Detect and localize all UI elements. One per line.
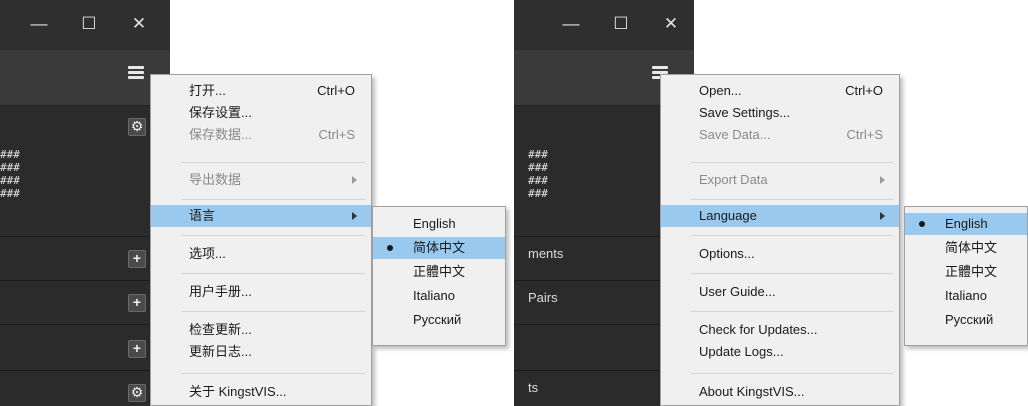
submenu-arrow-icon xyxy=(352,176,357,184)
menu-item-save-settings[interactable]: 保存设置... xyxy=(151,102,371,124)
main-menu: 打开... Ctrl+O 保存设置... 保存数据... Ctrl+S 导出数据 语… xyxy=(150,74,372,406)
toolbar xyxy=(0,50,170,106)
language-option-traditional-chinese[interactable]: 正體中文 xyxy=(373,261,505,283)
language-option-italian[interactable]: Italiano xyxy=(905,285,1027,307)
menu-item-about[interactable]: About KingstVIS... xyxy=(661,381,899,403)
left-screenshot: — ☐ ✕ ⚙ ### ### ### ### + + + ⚙ 打开... Ctr… xyxy=(0,0,514,406)
divider xyxy=(0,370,170,371)
menu-separator xyxy=(181,162,365,163)
main-menu: Open... Ctrl+O Save Settings... Save Data… xyxy=(660,74,900,406)
language-option-traditional-chinese[interactable]: 正體中文 xyxy=(905,261,1027,283)
menu-item-language[interactable]: 语言 xyxy=(151,205,371,227)
menu-item-user-guide[interactable]: 用户手册... xyxy=(151,281,371,303)
menu-separator xyxy=(181,235,365,236)
channel-value: ### xyxy=(0,174,20,187)
menu-separator xyxy=(691,273,893,274)
menu-item-update-logs[interactable]: 更新日志... xyxy=(151,341,371,363)
submenu-arrow-icon xyxy=(880,176,885,184)
language-option-english[interactable]: English xyxy=(373,213,505,235)
channel-value: ### xyxy=(528,174,548,187)
menu-item-options[interactable]: 选项... xyxy=(151,243,371,265)
menu-separator xyxy=(691,311,893,312)
menu-separator xyxy=(181,311,365,312)
menu-item-language[interactable]: Language xyxy=(661,205,899,227)
divider xyxy=(0,236,170,237)
language-option-simplified-chinese[interactable]: 简体中文 xyxy=(905,237,1027,259)
app-window: — ☐ ✕ ⚙ ### ### ### ### + + + ⚙ xyxy=(0,0,170,406)
close-button[interactable]: ✕ xyxy=(654,10,688,38)
menu-item-open[interactable]: 打开... Ctrl+O xyxy=(151,80,371,102)
language-option-russian[interactable]: Русский xyxy=(373,309,505,331)
language-submenu: English 简体中文 正體中文 Italiano Русский xyxy=(372,206,506,346)
menu-item-options[interactable]: Options... xyxy=(661,243,899,265)
menu-item-open[interactable]: Open... Ctrl+O xyxy=(661,80,899,102)
menu-separator xyxy=(181,273,365,274)
menu-item-update-logs[interactable]: Update Logs... xyxy=(661,341,899,363)
channel-value: ### xyxy=(528,148,548,161)
title-bar: — ☐ ✕ xyxy=(0,0,170,50)
menu-item-user-guide[interactable]: User Guide... xyxy=(661,281,899,303)
channel-value: ### xyxy=(528,187,548,200)
channel-value: ### xyxy=(528,161,548,174)
panel-row-label: Pairs xyxy=(528,290,558,305)
minimize-button[interactable]: — xyxy=(554,10,588,38)
menu-item-export-data[interactable]: 导出数据 xyxy=(151,169,371,191)
channel-value: ### xyxy=(0,187,20,200)
right-screenshot: — ☐ ✕ ### ### ### ### ments Pairs ts Ope… xyxy=(514,0,1028,406)
menu-separator xyxy=(691,199,893,200)
menu-item-save-data[interactable]: Save Data... Ctrl+S xyxy=(661,124,899,146)
language-option-italian[interactable]: Italiano xyxy=(373,285,505,307)
add-button[interactable]: + xyxy=(128,250,146,268)
menu-item-export-data[interactable]: Export Data xyxy=(661,169,899,191)
channel-value: ### xyxy=(0,161,20,174)
settings-gear-icon[interactable]: ⚙ xyxy=(128,384,146,402)
menu-item-save-settings[interactable]: Save Settings... xyxy=(661,102,899,124)
menu-separator xyxy=(181,199,365,200)
maximize-button[interactable]: ☐ xyxy=(72,10,106,38)
add-button[interactable]: + xyxy=(128,340,146,358)
panel-row-label: ts xyxy=(528,380,539,395)
selected-bullet-icon xyxy=(387,245,393,251)
menu-separator xyxy=(691,235,893,236)
submenu-arrow-icon xyxy=(880,212,885,220)
language-option-russian[interactable]: Русский xyxy=(905,309,1027,331)
language-submenu: English 简体中文 正體中文 Italiano Русский xyxy=(904,206,1028,346)
language-option-simplified-chinese[interactable]: 简体中文 xyxy=(373,237,505,259)
channel-value: ### xyxy=(0,148,20,161)
menu-separator xyxy=(691,373,893,374)
menu-item-check-updates[interactable]: Check for Updates... xyxy=(661,319,899,341)
menu-separator xyxy=(691,162,893,163)
divider xyxy=(0,280,170,281)
language-option-english[interactable]: English xyxy=(905,213,1027,235)
settings-gear-icon[interactable]: ⚙ xyxy=(128,118,146,136)
selected-bullet-icon xyxy=(919,221,925,227)
menu-separator xyxy=(181,373,365,374)
minimize-button[interactable]: — xyxy=(22,10,56,38)
panel-row-label: ments xyxy=(528,246,564,261)
close-button[interactable]: ✕ xyxy=(122,10,156,38)
add-button[interactable]: + xyxy=(128,294,146,312)
menu-item-check-updates[interactable]: 检查更新... xyxy=(151,319,371,341)
title-bar: — ☐ ✕ xyxy=(514,0,694,50)
maximize-button[interactable]: ☐ xyxy=(604,10,638,38)
menu-item-save-data[interactable]: 保存数据... Ctrl+S xyxy=(151,124,371,146)
submenu-arrow-icon xyxy=(352,212,357,220)
hamburger-menu-icon[interactable] xyxy=(128,66,144,80)
menu-item-about[interactable]: 关于 KingstVIS... xyxy=(151,381,371,403)
divider xyxy=(0,324,170,325)
